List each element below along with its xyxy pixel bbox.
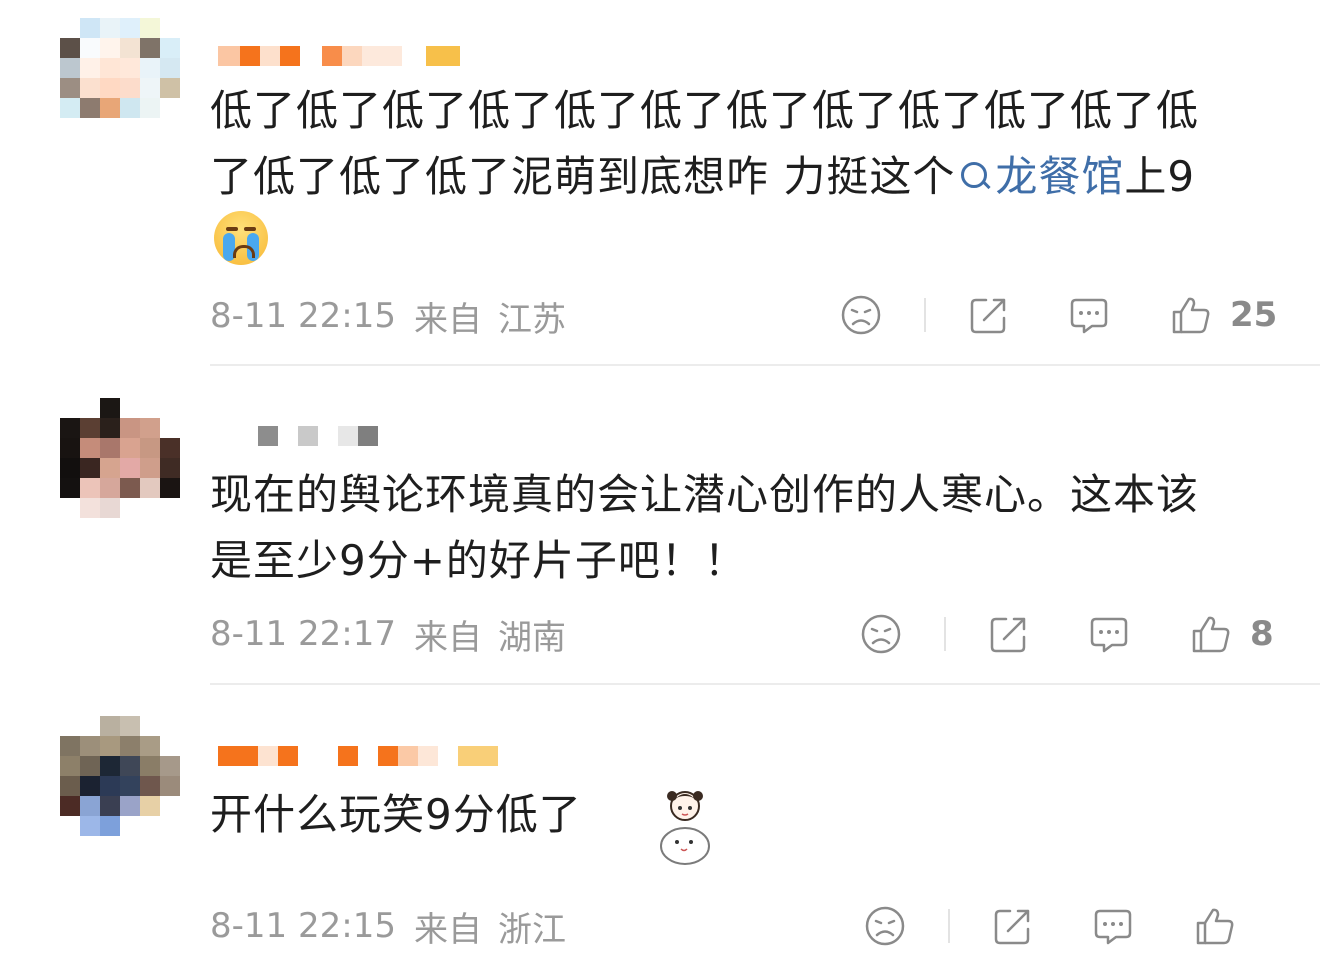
share-icon[interactable] [988,613,1030,655]
comment-text: 现在的舆论环境真的会让潜心创作的人寒心。这本该 是至少9分+的好片子吧！！ [210,462,1260,594]
username-redacted[interactable] [218,36,460,76]
divider [944,617,946,651]
comment-bubble-icon[interactable] [1088,613,1130,655]
comment-text-line: 开什么玩笑9分低了 [210,790,582,839]
thumbs-up-icon[interactable] [1194,905,1236,947]
share-icon[interactable] [992,905,1034,947]
comment-meta: 8-11 22:15 来自 浙江 [210,906,566,950]
from-label: 来自 [413,909,482,950]
timestamp: 8-11 22:15 [210,296,396,336]
comment-text-segment: 上9 [1124,152,1196,201]
thumbs-up-icon[interactable] [1170,294,1212,336]
thumbs-up-icon[interactable] [1190,613,1232,655]
comment-text-line: 低了低了低了低了低了低了低了低了低了低了低了低 [210,86,1200,135]
comment-bubble-icon[interactable] [1092,905,1134,947]
comment-actions [864,901,1254,951]
comment-text: 低了低了低了低了低了低了低了低了低了低了低了低 了低了低了低了泥萌到底想咋 力挺… [210,78,1260,276]
search-icon [955,153,995,195]
comment-text-line: 了低了低了低了泥萌到底想咋 力挺这个 龙餐馆上9 [210,144,1260,210]
divider [948,909,950,943]
divider [924,298,926,332]
comment-actions: 8 [860,609,1274,659]
avatar[interactable] [60,398,180,518]
timestamp: 8-11 22:15 [210,906,396,946]
timestamp: 8-11 22:17 [210,614,396,654]
comment-bubble-icon[interactable] [1068,294,1110,336]
username-redacted[interactable] [218,416,378,456]
comment-divider [210,364,1320,366]
comment-text-line: 现在的舆论环境真的会让潜心创作的人寒心。这本该 [210,470,1200,519]
topic-link[interactable]: 龙餐馆 [955,152,1124,201]
sad-face-icon[interactable] [864,905,906,947]
topic-label: 龙餐馆 [995,152,1125,201]
comment-text-line: 是至少9分+的好片子吧！！ [210,536,747,585]
avatar[interactable] [60,716,180,836]
comment-text-line [210,210,1260,276]
comment-actions: 25 [840,290,1277,340]
share-icon[interactable] [968,294,1010,336]
location: 浙江 [497,909,566,950]
location: 江苏 [497,299,566,340]
sad-face-icon[interactable] [840,294,882,336]
username-redacted[interactable] [218,736,498,776]
from-label: 来自 [413,617,482,658]
crying-face-icon [214,211,268,265]
avatar[interactable] [60,18,180,138]
like-count: 25 [1230,295,1278,335]
from-label: 来自 [413,299,482,340]
comment-divider [210,683,1320,685]
comment-meta: 8-11 22:17 来自 湖南 [210,614,566,658]
comment-meta: 8-11 22:15 来自 江苏 [210,296,566,340]
comment-text-segment: 了低了低了低了泥萌到底想咋 力挺这个 [210,152,956,201]
comment-text: 开什么玩笑9分低了 [210,782,1260,848]
like-count: 8 [1250,614,1274,654]
location: 湖南 [497,617,566,658]
girl-and-cat-sticker-icon [660,791,710,865]
sad-face-icon[interactable] [860,613,902,655]
